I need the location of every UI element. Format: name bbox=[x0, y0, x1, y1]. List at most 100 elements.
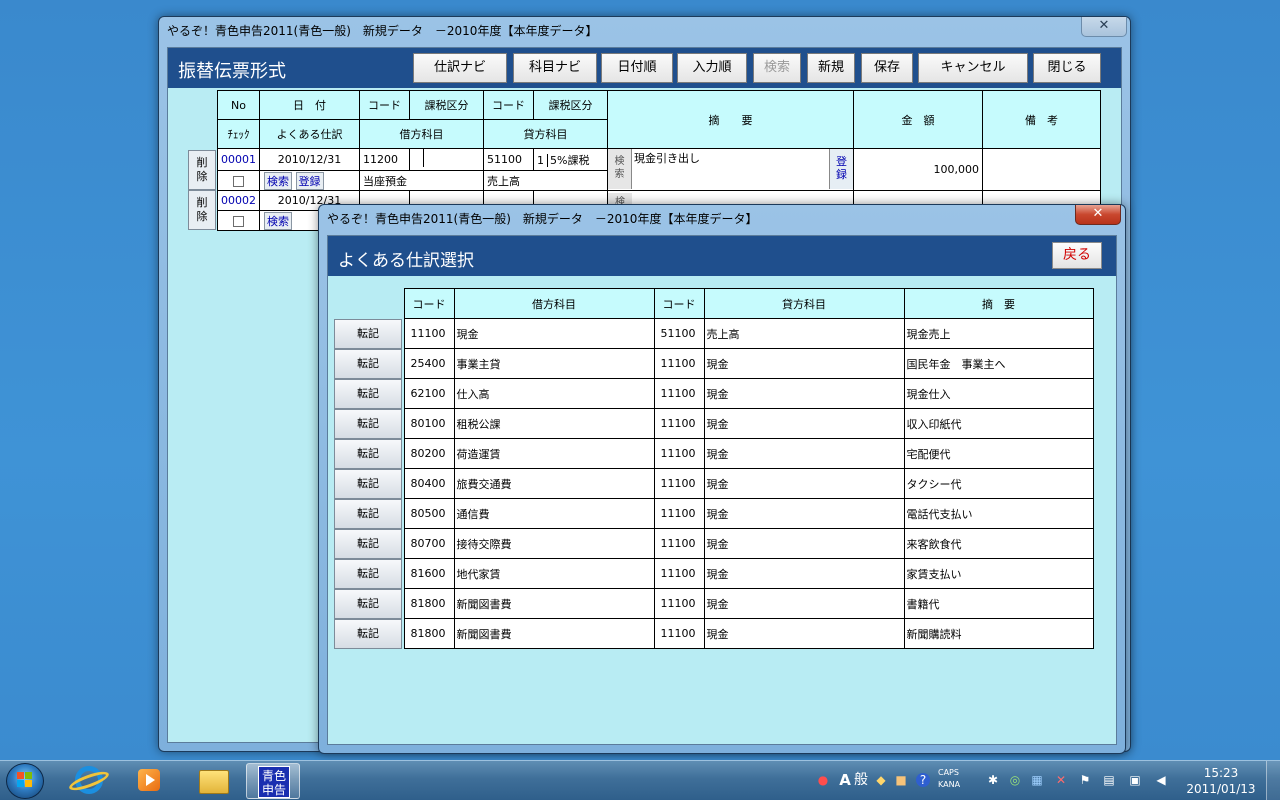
debit-code: 81800 bbox=[403, 588, 455, 619]
row-debit-tax[interactable] bbox=[409, 148, 484, 171]
start-orb[interactable] bbox=[6, 763, 44, 799]
windows-logo-icon bbox=[17, 772, 33, 788]
transfer-button[interactable]: 転記 bbox=[334, 558, 402, 589]
row-summary-cell: 検 索 現金引き出し 登 録 bbox=[607, 148, 854, 191]
delete-row-2-button[interactable]: 削 除 bbox=[188, 190, 216, 230]
col-date: 日 付 bbox=[259, 90, 360, 120]
network-adapter-icon[interactable]: ▦ bbox=[1030, 773, 1044, 787]
row-credit-account[interactable]: 売上高 bbox=[483, 170, 608, 191]
volume-icon[interactable]: ◀ bbox=[1154, 773, 1168, 787]
transfer-button[interactable]: 転記 bbox=[334, 408, 402, 439]
table-row[interactable]: 転記 80400 旅費交通費 11100 現金 タクシー代 bbox=[334, 468, 1094, 499]
security-icon[interactable]: ◎ bbox=[1008, 773, 1022, 787]
debit-account: 新聞図書費 bbox=[453, 618, 655, 649]
transfer-button[interactable]: 転記 bbox=[334, 498, 402, 529]
search-button[interactable]: 検索 bbox=[753, 53, 801, 83]
transfer-button[interactable]: 転記 bbox=[334, 588, 402, 619]
main-window-close-button[interactable]: ✕ bbox=[1081, 17, 1127, 37]
row-frequent-cell: 検索 登録 bbox=[259, 170, 360, 191]
action-center-flag-icon[interactable]: ⚑ bbox=[1078, 773, 1092, 787]
transfer-button[interactable]: 転記 bbox=[334, 348, 402, 379]
table-row[interactable]: 転記 80500 通信費 11100 現金 電話代支払い bbox=[334, 498, 1094, 529]
safely-remove-icon[interactable]: ▤ bbox=[1102, 773, 1116, 787]
row-credit-code[interactable]: 51100 bbox=[483, 148, 534, 171]
row-checkbox[interactable] bbox=[233, 215, 244, 227]
bluetooth-icon[interactable]: ✱ bbox=[986, 773, 1000, 787]
clock[interactable]: 15:23 2011/01/13 bbox=[1183, 765, 1259, 797]
row-check[interactable] bbox=[217, 170, 260, 191]
ime-mode-indicator[interactable]: A bbox=[838, 773, 852, 788]
table-row[interactable]: 転記 62100 仕入高 11100 現金 現金仕入 bbox=[334, 378, 1094, 409]
summary: 家賃支払い bbox=[903, 558, 1094, 589]
debit-code: 80100 bbox=[403, 408, 455, 439]
cancel-button[interactable]: キャンセル bbox=[918, 53, 1028, 83]
new-button[interactable]: 新規 bbox=[807, 53, 855, 83]
debit-account: 地代家賃 bbox=[453, 558, 655, 589]
transfer-button[interactable]: 転記 bbox=[334, 618, 402, 649]
table-row[interactable]: 転記 80100 租税公課 11100 現金 収入印紙代 bbox=[334, 408, 1094, 439]
file-explorer-icon[interactable] bbox=[186, 763, 240, 799]
ime-tool-icon[interactable]: ◆ bbox=[874, 773, 888, 787]
col-no: No bbox=[217, 90, 260, 120]
transfer-button[interactable]: 転記 bbox=[334, 318, 402, 349]
ime-dictionary-icon[interactable]: ■ bbox=[894, 773, 908, 787]
display-icon[interactable]: ▣ bbox=[1128, 773, 1142, 787]
frequent-register-button[interactable]: 登録 bbox=[295, 171, 324, 190]
row-debit-code[interactable]: 11200 bbox=[359, 148, 410, 171]
help-icon[interactable]: ? bbox=[916, 773, 930, 787]
row-no: 00001 bbox=[217, 148, 260, 171]
media-player-icon[interactable] bbox=[122, 763, 176, 799]
caps-kana-indicator: CAPS KANA bbox=[938, 768, 961, 789]
transfer-button[interactable]: 転記 bbox=[334, 468, 402, 499]
row-checkbox[interactable] bbox=[233, 175, 244, 187]
debit-code: 80500 bbox=[403, 498, 455, 529]
frequent-search-button[interactable]: 検索 bbox=[264, 171, 292, 190]
back-button[interactable]: 戻る bbox=[1052, 242, 1102, 269]
row-summary[interactable]: 現金引き出し bbox=[634, 150, 700, 166]
table-row[interactable]: 転記 81600 地代家賃 11100 現金 家賃支払い bbox=[334, 558, 1094, 589]
internet-explorer-icon[interactable] bbox=[62, 763, 116, 799]
transfer-button[interactable]: 転記 bbox=[334, 528, 402, 559]
col-credit-tax: 課税区分 bbox=[533, 90, 608, 120]
popup-close-button[interactable]: ✕ bbox=[1075, 205, 1121, 225]
ime-pad-icon[interactable]: ● bbox=[816, 773, 830, 787]
ime-kanji-indicator[interactable]: 般 bbox=[854, 773, 868, 787]
debit-account: 通信費 bbox=[453, 498, 655, 529]
transfer-button[interactable]: 転記 bbox=[334, 438, 402, 469]
aoiro-shinkoku-app-icon[interactable]: 青色 申告 bbox=[246, 763, 300, 799]
close-button[interactable]: 閉じる bbox=[1033, 53, 1101, 83]
system-tray: ● A 般 ◆ ■ ? CAPS KANA ✱ ◎ ▦ ✕ ⚑ ▤ ▣ ◀ bbox=[810, 761, 1180, 800]
account-navi-button[interactable]: 科目ナビ bbox=[513, 53, 597, 83]
transfer-button[interactable]: 転記 bbox=[334, 378, 402, 409]
row-credit-tax[interactable]: 1 5%課税 bbox=[533, 148, 608, 171]
sort-by-input-button[interactable]: 入力順 bbox=[677, 53, 747, 83]
table-row[interactable]: 転記 25400 事業主貸 11100 現金 国民年金 事業主へ bbox=[334, 348, 1094, 379]
col-summary: 摘 要 bbox=[607, 90, 854, 149]
table-row[interactable]: 転記 80200 荷造運賃 11100 現金 宅配便代 bbox=[334, 438, 1094, 469]
table-row[interactable]: 転記 11100 現金 51100 売上高 現金売上 bbox=[334, 318, 1094, 349]
summary: 現金売上 bbox=[903, 318, 1094, 349]
show-desktop-button[interactable] bbox=[1266, 761, 1280, 800]
table-row[interactable]: 転記 81800 新聞図書費 11100 現金 新聞購読料 bbox=[334, 618, 1094, 649]
delete-row-1-button[interactable]: 削 除 bbox=[188, 150, 216, 190]
credit-account: 売上高 bbox=[703, 318, 905, 349]
row-debit-account[interactable]: 当座預金 bbox=[359, 170, 484, 191]
summary: 収入印紙代 bbox=[903, 408, 1094, 439]
summary: 書籍代 bbox=[903, 588, 1094, 619]
row-amount[interactable]: 100,000 bbox=[853, 148, 983, 191]
summary-register-button[interactable]: 登 録 bbox=[829, 149, 853, 189]
network-error-icon[interactable]: ✕ bbox=[1054, 773, 1068, 787]
summary: 来客飲食代 bbox=[903, 528, 1094, 559]
frequent-search-button[interactable]: 検索 bbox=[264, 211, 292, 230]
summary-search-button[interactable]: 検 索 bbox=[608, 149, 632, 189]
table-row[interactable]: 転記 81800 新聞図書費 11100 現金 書籍代 bbox=[334, 588, 1094, 619]
row-check[interactable] bbox=[217, 210, 260, 231]
sort-by-date-button[interactable]: 日付順 bbox=[601, 53, 673, 83]
save-button[interactable]: 保存 bbox=[861, 53, 913, 83]
page-title: 振替伝票形式 bbox=[178, 61, 286, 82]
row-note[interactable] bbox=[982, 148, 1101, 191]
journal-navi-button[interactable]: 仕訳ナビ bbox=[413, 53, 507, 83]
row-date[interactable]: 2010/12/31 bbox=[259, 148, 360, 171]
credit-account: 現金 bbox=[703, 348, 905, 379]
table-row[interactable]: 転記 80700 接待交際費 11100 現金 来客飲食代 bbox=[334, 528, 1094, 559]
